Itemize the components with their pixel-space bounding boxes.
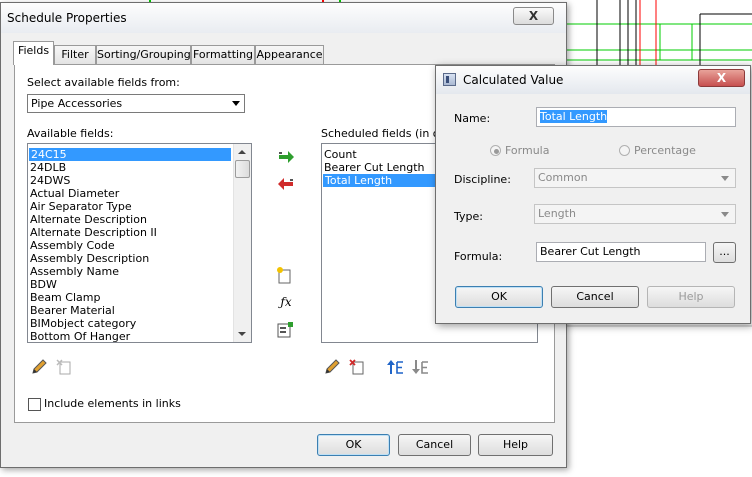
select-from-label: Select available fields from: — [27, 76, 180, 89]
move-down-icon — [412, 360, 428, 374]
tab-filter[interactable]: Filter — [54, 45, 96, 64]
name-input[interactable]: Total Length — [536, 107, 736, 127]
new-parameter-button[interactable] — [276, 266, 294, 284]
tab-formatting[interactable]: Formatting — [191, 45, 255, 64]
percentage-radio-label: Percentage — [634, 144, 696, 157]
formula-radio-dot — [494, 149, 499, 154]
available-field-item[interactable]: Actual Diameter — [30, 187, 119, 200]
pencil-icon — [32, 359, 47, 374]
move-down-button[interactable] — [412, 358, 430, 376]
type-dropdown-value: Length — [538, 207, 576, 220]
available-field-item[interactable]: 24DWS — [30, 174, 70, 187]
category-dropdown-value: Pipe Accessories — [31, 97, 123, 110]
dialog-title: Schedule Properties — [7, 11, 127, 25]
combine-parameters-button[interactable] — [276, 321, 294, 339]
available-field-item[interactable]: Bottom Of Hanger — [30, 330, 130, 342]
discipline-label: Discipline: — [454, 173, 511, 186]
scroll-down-icon — [238, 332, 246, 336]
available-fields-label: Available fields: — [27, 127, 114, 140]
formula-radio-label: Formula — [505, 144, 550, 157]
cancel-button[interactable]: Cancel — [398, 434, 471, 456]
close-button[interactable]: X — [513, 7, 554, 25]
scroll-up-icon — [238, 150, 246, 154]
available-field-item[interactable]: BIMobject category — [30, 317, 136, 330]
name-input-value: Total Length — [540, 110, 608, 123]
scheduled-field-item[interactable]: Bearer Cut Length — [324, 161, 425, 174]
calc-dialog-title: Calculated Value — [463, 73, 564, 87]
available-field-item[interactable]: Beam Clamp — [30, 291, 100, 304]
calc-ok-button[interactable]: OK — [455, 286, 543, 308]
available-field-item[interactable]: Air Separator Type — [30, 200, 132, 213]
include-links-label: Include elements in links — [44, 397, 181, 410]
available-field-item[interactable]: 24C15 — [29, 148, 231, 161]
move-up-icon — [387, 360, 403, 374]
fx-icon: ƒx — [280, 295, 292, 309]
edit-scheduled-button[interactable] — [323, 358, 341, 376]
chevron-down-icon — [721, 176, 729, 181]
discipline-dropdown[interactable]: Common — [534, 168, 736, 188]
available-field-item[interactable]: Assembly Code — [30, 239, 115, 252]
app-icon — [443, 73, 456, 86]
calculated-parameter-button[interactable]: ƒx — [277, 295, 295, 313]
calc-close-button[interactable]: X — [698, 69, 745, 87]
calc-dialog-titlebar: Calculated Value X — [436, 66, 750, 94]
tab-appearance[interactable]: Appearance — [255, 45, 324, 64]
arrow-right-icon — [279, 151, 294, 163]
available-field-item[interactable]: Alternate Description — [30, 213, 147, 226]
tab-fields[interactable]: Fields — [13, 41, 54, 65]
help-button[interactable]: Help — [478, 434, 553, 456]
formula-radio[interactable] — [490, 145, 501, 156]
category-dropdown[interactable]: Pipe Accessories — [27, 94, 245, 113]
available-field-item[interactable]: Assembly Description — [30, 252, 149, 265]
formula-input[interactable]: Bearer Cut Length — [536, 242, 706, 262]
scheduled-fields-label: Scheduled fields (in order): — [321, 127, 437, 140]
available-field-item[interactable]: BDW — [30, 278, 57, 291]
delete-icon — [349, 359, 364, 375]
formula-label: Formula: — [454, 250, 503, 263]
remove-parameter-button[interactable] — [277, 175, 295, 193]
delete-scheduled-button[interactable] — [348, 358, 366, 376]
pencil-icon — [325, 359, 340, 374]
scroll-down-button[interactable] — [234, 326, 250, 342]
chevron-down-icon — [232, 101, 240, 106]
scroll-up-button[interactable] — [234, 144, 250, 160]
available-field-item[interactable]: Assembly Name — [30, 265, 119, 278]
ok-button[interactable]: OK — [317, 434, 390, 456]
combine-parameters-icon — [277, 322, 293, 338]
calculated-value-dialog: Calculated Value X Name: Total Length Fo… — [435, 65, 751, 324]
discipline-dropdown-value: Common — [538, 171, 588, 184]
move-up-button[interactable] — [387, 358, 405, 376]
formula-browse-button[interactable]: ... — [713, 242, 736, 263]
available-field-item[interactable]: 24DLB — [30, 161, 66, 174]
delete-parameter-button[interactable] — [55, 358, 73, 376]
available-field-item[interactable]: Bearer Material — [30, 304, 115, 317]
app-icon-mark — [446, 76, 449, 83]
include-links-checkbox[interactable] — [28, 398, 41, 411]
edit-parameter-button[interactable] — [30, 358, 48, 376]
type-dropdown[interactable]: Length — [534, 204, 736, 224]
type-label: Type: — [454, 210, 483, 223]
tab-sorting-grouping[interactable]: Sorting/Grouping — [96, 45, 191, 64]
available-fields-list[interactable]: 24C15 24DLB 24DWS Actual Diameter Air Separa… — [27, 143, 252, 343]
name-label: Name: — [454, 112, 491, 125]
available-field-item[interactable]: Alternate Description II — [30, 226, 157, 239]
arrow-left-icon — [278, 178, 293, 190]
add-parameter-button[interactable] — [277, 148, 295, 166]
calc-cancel-button[interactable]: Cancel — [551, 286, 639, 308]
scroll-thumb[interactable] — [235, 160, 250, 178]
calc-help-button[interactable]: Help — [647, 286, 735, 308]
delete-icon — [56, 359, 71, 375]
new-parameter-icon — [277, 267, 291, 284]
chevron-down-icon — [721, 212, 729, 217]
dialog-titlebar: Schedule Properties X — [1, 3, 566, 33]
scheduled-field-item[interactable]: Count — [324, 148, 357, 161]
percentage-radio[interactable] — [619, 145, 630, 156]
available-fields-scrollbar[interactable] — [233, 144, 251, 342]
